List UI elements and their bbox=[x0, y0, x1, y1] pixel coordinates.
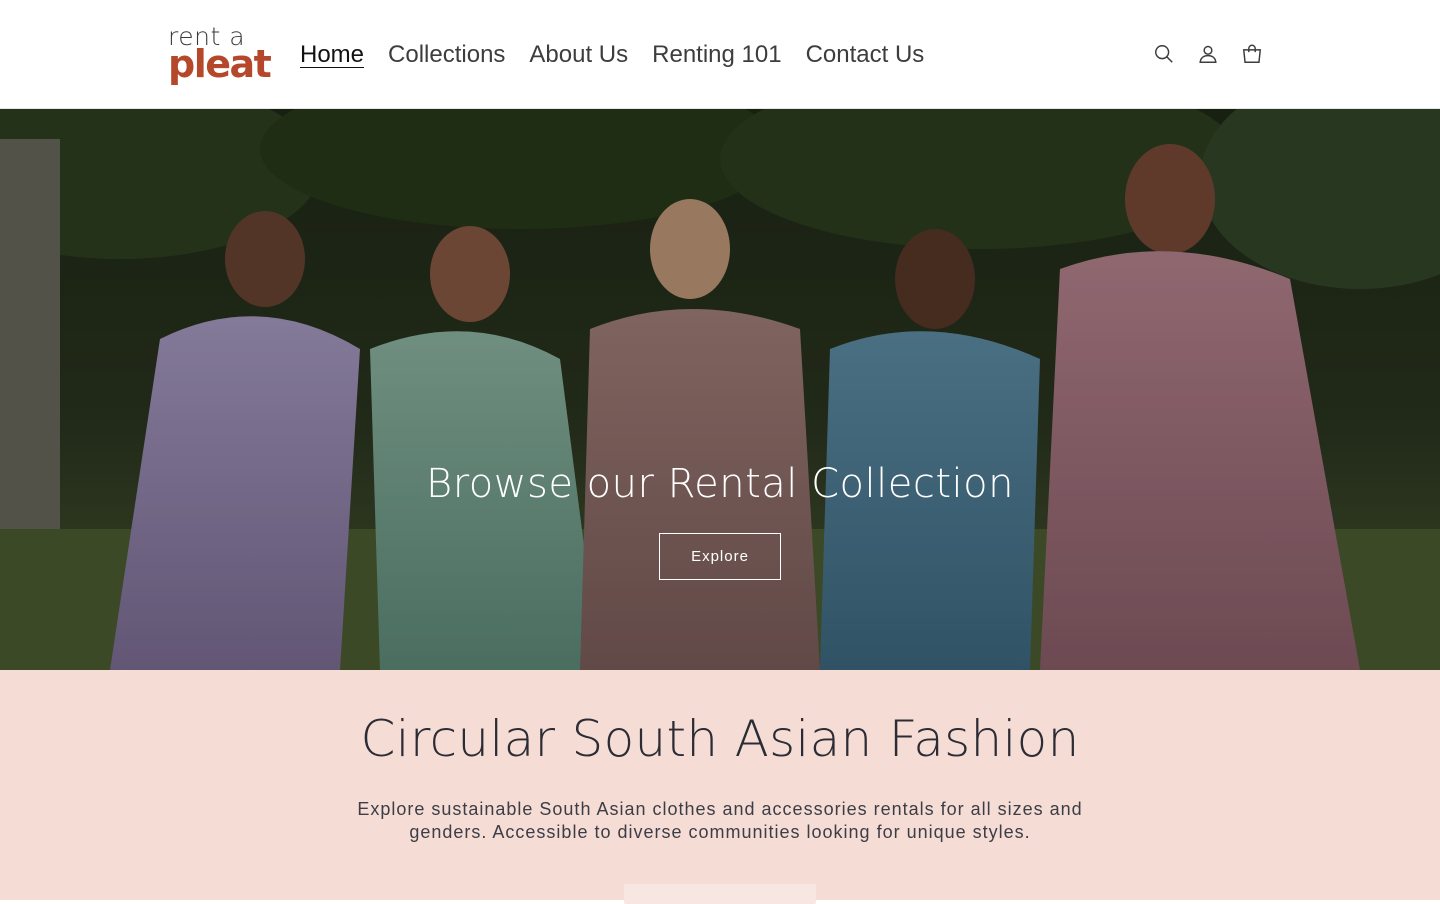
logo-bottom-text: pleat bbox=[168, 42, 272, 86]
hero-title: Browse our Rental Collection bbox=[426, 461, 1014, 507]
nav-item-about-us[interactable]: About Us bbox=[517, 41, 640, 69]
intro-button[interactable] bbox=[624, 884, 816, 904]
intro-section: Circular South Asian Fashion Explore sus… bbox=[0, 670, 1440, 904]
explore-button[interactable]: Explore bbox=[659, 533, 781, 580]
intro-text: Explore sustainable South Asian clothes … bbox=[357, 799, 1083, 842]
hero-overlay bbox=[0, 109, 1440, 670]
site-header: rent a pleat Home Collections About Us R… bbox=[0, 0, 1440, 109]
main-nav: Home Collections About Us Renting 101 Co… bbox=[288, 36, 936, 74]
account-icon bbox=[1199, 45, 1217, 63]
logo[interactable]: rent a pleat bbox=[168, 24, 272, 85]
nav-item-renting-101[interactable]: Renting 101 bbox=[640, 41, 793, 69]
cart-icon bbox=[1242, 44, 1262, 63]
nav-item-home[interactable]: Home bbox=[288, 41, 376, 69]
nav-item-collections[interactable]: Collections bbox=[376, 41, 517, 69]
account-button[interactable] bbox=[1186, 32, 1230, 76]
hero-banner: Browse our Rental Collection Explore bbox=[0, 109, 1440, 670]
intro-title: Circular South Asian Fashion bbox=[360, 710, 1080, 768]
search-button[interactable] bbox=[1142, 32, 1186, 76]
cart-button[interactable] bbox=[1230, 32, 1274, 76]
header-icons bbox=[1142, 34, 1274, 74]
nav-item-contact-us[interactable]: Contact Us bbox=[794, 41, 937, 69]
search-icon bbox=[1155, 45, 1173, 63]
